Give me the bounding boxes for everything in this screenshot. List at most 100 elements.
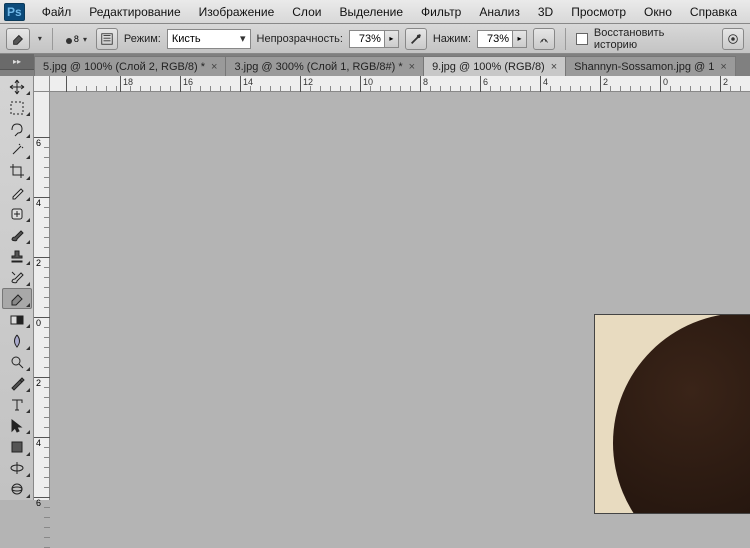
- tool-pen[interactable]: [2, 373, 32, 394]
- opacity-input[interactable]: [349, 30, 385, 48]
- ruler-origin[interactable]: [34, 76, 50, 92]
- opacity-flyout[interactable]: ▸: [385, 30, 399, 48]
- mode-select[interactable]: Кисть ▾: [167, 29, 251, 49]
- stamp-icon: [9, 248, 25, 264]
- menu-Окно[interactable]: Окно: [635, 3, 681, 21]
- brush-preset-picker[interactable]: 8 ▾: [63, 34, 90, 44]
- brush-panel-toggle[interactable]: [96, 28, 118, 50]
- erase-to-history-checkbox[interactable]: [576, 33, 588, 45]
- tool-marquee[interactable]: [2, 97, 32, 118]
- move-icon: [9, 79, 25, 95]
- airbrush-toggle[interactable]: [533, 28, 555, 50]
- opacity-label: Непрозрачность:: [257, 33, 343, 45]
- tab-label: 9.jpg @ 100% (RGB/8): [432, 61, 545, 73]
- eraser-icon: [11, 32, 25, 46]
- tool-3d-rotate[interactable]: [2, 458, 32, 479]
- eraser-icon: [9, 291, 25, 307]
- document-tabs: ▸▸ 5.jpg @ 100% (Слой 2, RGB/8) *×3.jpg …: [0, 54, 750, 76]
- blur-icon: [9, 333, 25, 349]
- canvas-area[interactable]: 18161412108642024 6420246: [34, 76, 750, 500]
- pen-icon: [9, 375, 25, 391]
- tool-preset-dropdown[interactable]: ▾: [38, 34, 42, 43]
- tool-brush[interactable]: [2, 224, 32, 245]
- menu-Редактирование[interactable]: Редактирование: [80, 3, 189, 21]
- document-tab-2[interactable]: 9.jpg @ 100% (RGB/8) ×: [423, 56, 566, 76]
- mode-value: Кисть: [172, 33, 201, 45]
- tool-wand[interactable]: [2, 140, 32, 161]
- flow-flyout[interactable]: ▸: [513, 30, 527, 48]
- pen-pressure-icon: [409, 32, 423, 46]
- chevron-down-icon: ▾: [240, 32, 246, 45]
- marquee-icon: [9, 100, 25, 116]
- brush-icon: [9, 227, 25, 243]
- tablet-opacity-toggle[interactable]: [405, 28, 427, 50]
- tool-eraser[interactable]: [2, 288, 32, 309]
- 3d-rotate-icon: [9, 460, 25, 476]
- dodge-icon: [9, 354, 25, 370]
- menu-Изображение[interactable]: Изображение: [190, 3, 284, 21]
- close-icon[interactable]: ×: [211, 61, 217, 73]
- current-tool-swatch[interactable]: [6, 28, 30, 50]
- tool-eyedropper[interactable]: [2, 182, 32, 203]
- tool-dodge[interactable]: [2, 352, 32, 373]
- pen-pressure-size-icon: [726, 32, 740, 46]
- menu-Справка[interactable]: Справка: [681, 3, 746, 21]
- ruler-vertical[interactable]: 6420246: [34, 92, 50, 500]
- app-logo: Ps: [4, 3, 25, 21]
- tool-blur[interactable]: [2, 330, 32, 351]
- menu-Выделение[interactable]: Выделение: [330, 3, 412, 21]
- tool-3d-orbit[interactable]: [2, 479, 32, 500]
- tablet-size-toggle[interactable]: [722, 28, 744, 50]
- lasso-icon: [9, 121, 25, 137]
- close-icon[interactable]: ×: [720, 61, 726, 73]
- close-icon[interactable]: ×: [409, 61, 415, 73]
- menubar: Ps ФайлРедактированиеИзображениеСлоиВыде…: [0, 0, 750, 24]
- tool-history-brush[interactable]: [2, 267, 32, 288]
- document-tab-0[interactable]: 5.jpg @ 100% (Слой 2, RGB/8) * ×: [34, 56, 226, 76]
- tab-label: 3.jpg @ 300% (Слой 1, RGB/8#) *: [234, 61, 402, 73]
- menu-Фильтр[interactable]: Фильтр: [412, 3, 470, 21]
- gradient-icon: [9, 312, 25, 328]
- mode-label: Режим:: [124, 33, 161, 45]
- tool-gradient[interactable]: [2, 309, 32, 330]
- type-icon: [9, 397, 25, 413]
- airbrush-icon: [537, 32, 551, 46]
- workspace: 18161412108642024 6420246: [0, 76, 750, 500]
- erase-to-history-label: Восстановить историю: [594, 27, 710, 51]
- history-brush-icon: [9, 269, 25, 285]
- toolbox: [0, 76, 34, 500]
- close-icon[interactable]: ×: [551, 61, 557, 73]
- menu-Просмотр[interactable]: Просмотр: [562, 3, 635, 21]
- path-select-icon: [9, 418, 25, 434]
- tool-lasso[interactable]: [2, 118, 32, 139]
- tool-crop[interactable]: [2, 161, 32, 182]
- menu-Слои[interactable]: Слои: [283, 3, 330, 21]
- document-image[interactable]: [594, 314, 750, 514]
- menu-3D[interactable]: 3D: [529, 3, 562, 21]
- flow-input[interactable]: [477, 30, 513, 48]
- tab-overflow-toggle[interactable]: ▸▸: [0, 54, 34, 70]
- tool-path-select[interactable]: [2, 415, 32, 436]
- menu-Файл[interactable]: Файл: [33, 3, 81, 21]
- tool-healing[interactable]: [2, 203, 32, 224]
- crop-icon: [9, 163, 25, 179]
- brush-size-label: 8: [74, 34, 79, 44]
- document-tab-3[interactable]: Shannyn-Sossamon.jpg @ 1×: [565, 56, 736, 76]
- tool-move[interactable]: [2, 76, 32, 97]
- healing-icon: [9, 206, 25, 222]
- tool-stamp[interactable]: [2, 246, 32, 267]
- brushes-panel-icon: [100, 32, 114, 46]
- eyedropper-icon: [9, 185, 25, 201]
- menu-Анализ[interactable]: Анализ: [470, 3, 529, 21]
- image-content: [613, 314, 750, 514]
- shape-icon: [9, 439, 25, 455]
- 3d-orbit-icon: [9, 481, 25, 497]
- tool-shape[interactable]: [2, 436, 32, 457]
- flow-label: Нажим:: [433, 33, 471, 45]
- tool-type[interactable]: [2, 394, 32, 415]
- wand-icon: [9, 142, 25, 158]
- tab-label: 5.jpg @ 100% (Слой 2, RGB/8) *: [43, 61, 205, 73]
- options-bar: ▾ 8 ▾ Режим: Кисть ▾ Непрозрачность: ▸ Н…: [0, 24, 750, 54]
- ruler-horizontal[interactable]: 18161412108642024: [50, 76, 750, 92]
- document-tab-1[interactable]: 3.jpg @ 300% (Слой 1, RGB/8#) * ×: [225, 56, 424, 76]
